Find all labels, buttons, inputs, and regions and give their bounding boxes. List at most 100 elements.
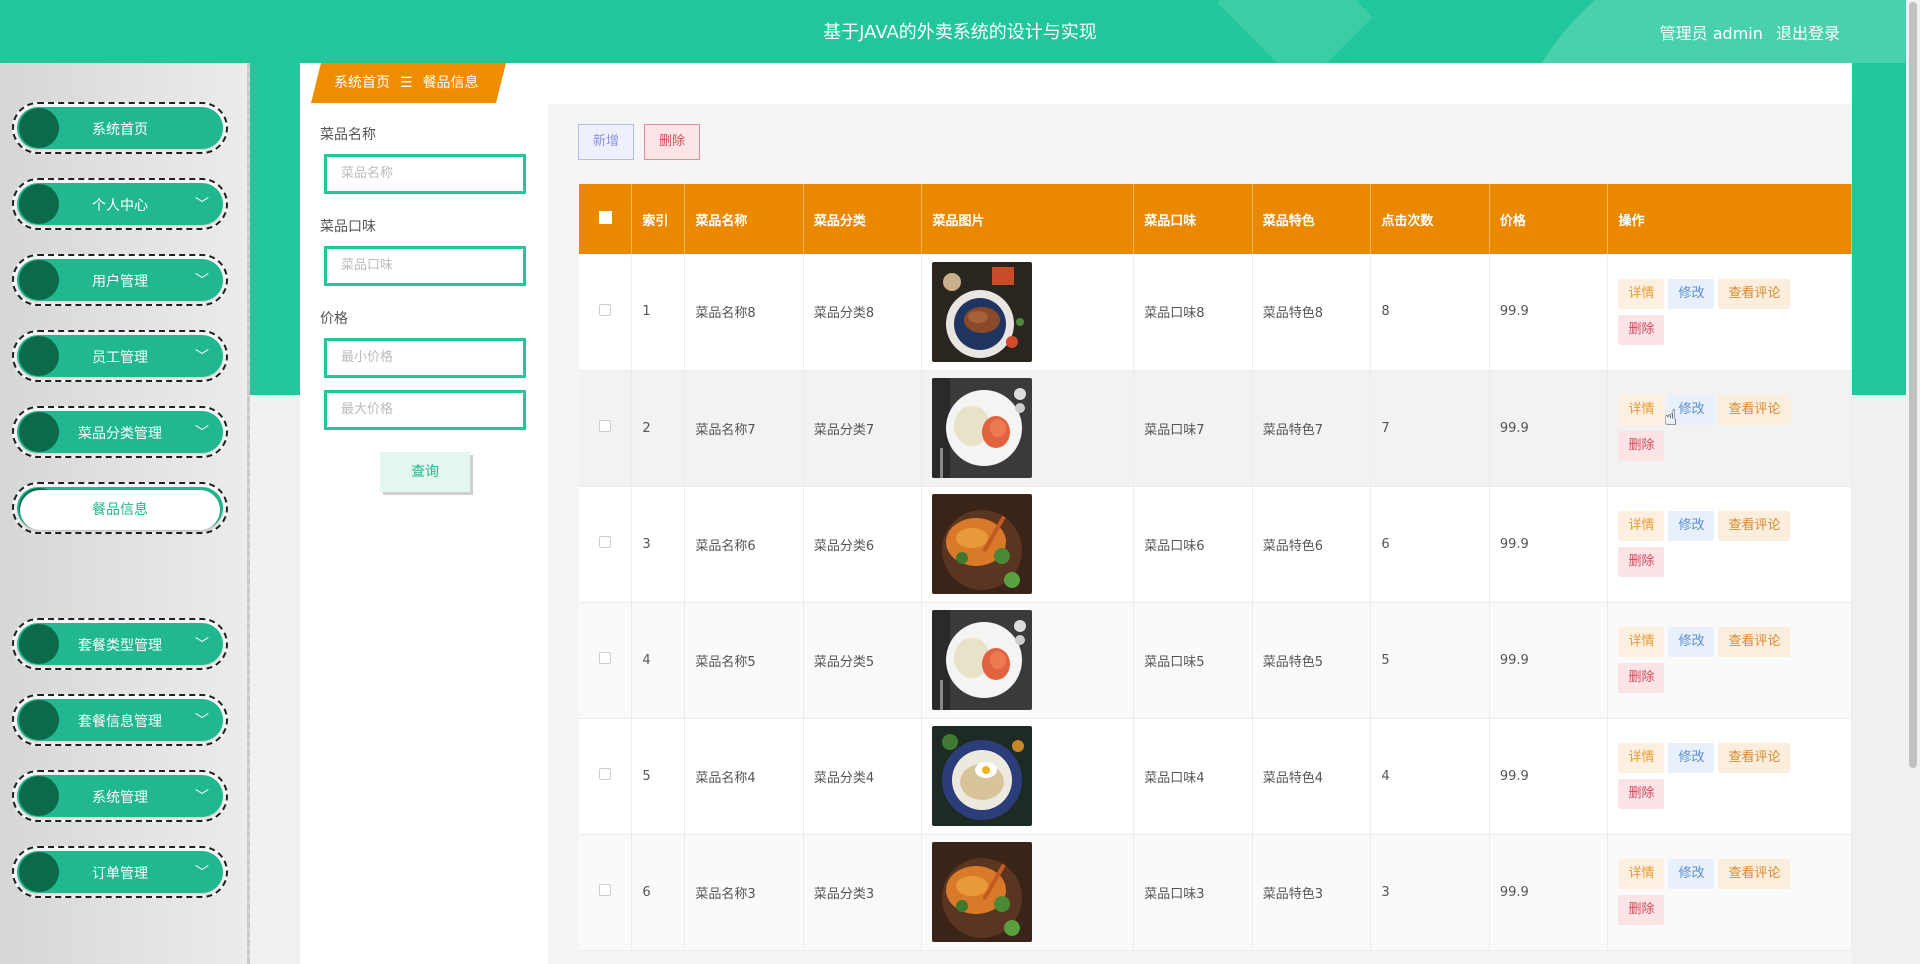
view-reviews-button[interactable]: 查看评论 — [1718, 511, 1791, 541]
user-role: 管理员 admin — [1659, 24, 1763, 43]
cell-index: 6 — [631, 834, 686, 951]
edit-button[interactable]: 修改 — [1668, 627, 1715, 657]
query-button[interactable]: 查询 — [380, 452, 470, 492]
detail-button[interactable]: 详情 — [1618, 511, 1665, 541]
row-checkbox-cell[interactable] — [579, 254, 633, 371]
row-checkbox-cell[interactable] — [579, 718, 633, 835]
view-reviews-button[interactable]: 查看评论 — [1718, 278, 1791, 309]
delete-row-button[interactable]: 删除 — [1618, 547, 1665, 577]
table-row: 3 菜品名称6 菜品分类6 菜品口味6 菜品特色6 6 99.9 详情 修改 查看评论 删除 — [579, 486, 1852, 603]
cell-clicks: 6 — [1370, 486, 1490, 603]
view-reviews-button[interactable]: 查看评论 — [1718, 743, 1791, 773]
sidebar-item-2[interactable]: 用户管理 ﹀ — [12, 254, 228, 306]
sidebar-item-6[interactable]: 套餐类型管理 ﹀ — [12, 618, 228, 670]
sidebar-item-7[interactable]: 套餐信息管理 ﹀ — [12, 694, 228, 746]
sidebar-item-pill: 员工管理 ﹀ — [17, 335, 223, 377]
row-checkbox[interactable] — [599, 303, 612, 316]
select-all-checkbox-cell[interactable] — [579, 184, 633, 254]
delete-row-button[interactable]: 删除 — [1618, 663, 1665, 693]
row-checkbox-cell[interactable] — [579, 486, 633, 603]
logout-link[interactable]: 退出登录 — [1776, 24, 1840, 43]
cell-name: 菜品名称8 — [684, 254, 804, 371]
breadcrumb-home[interactable]: 系统首页 — [334, 75, 390, 91]
cell-feature: 菜品特色8 — [1252, 254, 1372, 371]
sidebar-item-0[interactable]: 系统首页 — [12, 102, 228, 154]
cell-taste: 菜品口味3 — [1133, 834, 1253, 951]
cell-clicks: 4 — [1370, 718, 1490, 835]
table-row: 4 菜品名称5 菜品分类5 菜品口味5 菜品特色5 5 99.9 详情 修改 查看评论 删除 — [579, 602, 1852, 719]
top-header: 基于JAVA的外卖系统的设计与实现 管理员 admin 退出登录 — [0, 0, 1920, 63]
submenu-item-dish-info[interactable]: 餐品信息 — [20, 490, 220, 530]
header-index: 索引 — [631, 184, 686, 254]
taste-label: 菜品口味 — [320, 219, 376, 235]
edit-button[interactable]: 修改 — [1668, 278, 1715, 309]
sidebar-item-4[interactable]: 菜品分类管理 ﹀ — [12, 406, 228, 458]
min-price-input[interactable]: 最小价格 — [324, 338, 526, 378]
cell-category: 菜品分类7 — [803, 370, 923, 487]
sidebar-item-3[interactable]: 员工管理 ﹀ — [12, 330, 228, 382]
delete-row-button[interactable]: 删除 — [1618, 779, 1665, 809]
cell-name: 菜品名称5 — [684, 602, 804, 719]
chevron-down-icon: ﹀ — [195, 349, 209, 365]
detail-button[interactable]: 详情 — [1618, 743, 1665, 773]
chevron-down-icon: ﹀ — [195, 197, 209, 213]
row-checkbox[interactable] — [599, 536, 612, 548]
row-checkbox[interactable] — [599, 884, 612, 896]
cell-actions: 详情 修改 查看评论删除 — [1607, 834, 1852, 951]
sidebar-item-1[interactable]: 个人中心 ﹀ — [12, 178, 228, 230]
chevron-down-icon: ﹀ — [195, 713, 209, 729]
header-category: 菜品分类 — [803, 184, 923, 254]
cell-image — [921, 834, 1135, 951]
cell-taste: 菜品口味6 — [1133, 486, 1253, 603]
row-checkbox[interactable] — [599, 652, 612, 664]
table-header-row: 索引 菜品名称 菜品分类 菜品图片 菜品口味 菜品特色 点击次数 价格 操作 — [579, 184, 1852, 254]
row-checkbox-cell[interactable] — [579, 602, 633, 719]
detail-button[interactable]: 详情 — [1618, 627, 1665, 657]
cell-clicks: 8 — [1370, 254, 1490, 371]
name-label: 菜品名称 — [320, 127, 376, 143]
edit-button[interactable]: 修改 — [1668, 511, 1715, 541]
cell-index: 3 — [631, 486, 686, 603]
name-input[interactable]: 菜品名称 — [324, 154, 526, 194]
row-checkbox-cell[interactable] — [579, 834, 633, 951]
detail-button[interactable]: 详情 — [1618, 278, 1665, 309]
cell-index: 5 — [631, 718, 686, 835]
cell-name: 菜品名称7 — [684, 370, 804, 487]
scrollbar-thumb[interactable] — [1909, 2, 1917, 768]
dish-steak-image — [932, 261, 1123, 362]
delete-row-button[interactable]: 删除 — [1618, 431, 1665, 461]
table-row: 6 菜品名称3 菜品分类3 菜品口味3 菜品特色3 3 99.9 详情 修改 查看评论 删除 — [579, 834, 1852, 951]
chevron-down-icon: ﹀ — [195, 789, 209, 805]
sidebar-item-8[interactable]: 系统管理 ﹀ — [12, 770, 228, 822]
view-reviews-button[interactable]: 查看评论 — [1718, 627, 1791, 657]
row-checkbox[interactable] — [599, 420, 612, 432]
batch-delete-button[interactable]: 删除 — [644, 124, 701, 160]
dish-table: 索引 菜品名称 菜品分类 菜品图片 菜品口味 菜品特色 点击次数 价格 操作 1… — [579, 184, 1852, 951]
row-checkbox[interactable] — [599, 768, 612, 780]
edit-button[interactable]: 修改 — [1668, 859, 1715, 889]
chevron-down-icon: ﹀ — [195, 273, 209, 289]
view-reviews-button[interactable]: 查看评论 — [1718, 395, 1791, 425]
cell-category: 菜品分类6 — [803, 486, 923, 603]
detail-button[interactable]: 详情 — [1618, 859, 1665, 889]
sidebar-item-label: 系统管理 — [92, 790, 148, 806]
add-button[interactable]: 新增 — [578, 124, 635, 160]
cell-taste: 菜品口味5 — [1133, 602, 1253, 719]
sidebar-item-9[interactable]: 订单管理 ﹀ — [12, 846, 228, 898]
sidebar-item-pill: 个人中心 ﹀ — [17, 183, 223, 225]
page-scrollbar[interactable] — [1906, 0, 1920, 964]
header-actions: 操作 — [1607, 184, 1852, 254]
detail-button[interactable]: 详情 — [1618, 395, 1665, 425]
max-price-input[interactable]: 最大价格 — [324, 390, 526, 430]
delete-row-button[interactable]: 删除 — [1618, 895, 1665, 925]
delete-row-button[interactable]: 删除 — [1618, 314, 1665, 345]
row-checkbox-cell[interactable] — [579, 370, 633, 487]
cell-actions: 详情 修改 查看评论删除 — [1607, 718, 1852, 835]
cell-clicks: 5 — [1370, 602, 1490, 719]
taste-input[interactable]: 菜品口味 — [324, 246, 526, 286]
edit-button[interactable]: 修改 — [1668, 743, 1715, 773]
select-all-checkbox[interactable] — [598, 210, 612, 224]
view-reviews-button[interactable]: 查看评论 — [1718, 859, 1791, 889]
cell-image — [921, 718, 1135, 835]
dish-egg-noodles-image — [932, 726, 1123, 826]
